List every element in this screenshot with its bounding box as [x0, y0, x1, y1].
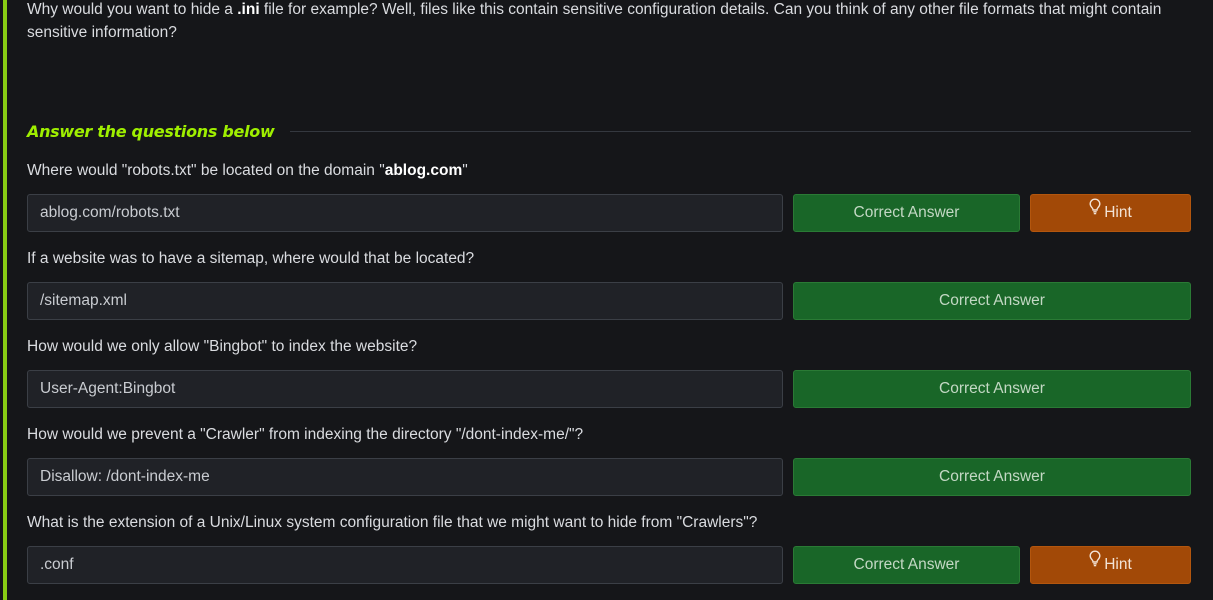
accent-bar	[3, 0, 7, 600]
correct-answer-button-1[interactable]: Correct Answer	[793, 194, 1020, 232]
question-3-text: How would we only allow "Bingbot" to ind…	[27, 338, 418, 355]
intro-paragraph: Why would you want to hide a .ini file f…	[27, 1, 1162, 41]
answer-input-4[interactable]: Disallow: /dont-index-me	[27, 458, 783, 496]
section-divider	[290, 130, 1191, 132]
lightbulb-icon	[1089, 545, 1101, 581]
answer-input-1[interactable]: ablog.com/robots.txt	[27, 194, 783, 232]
answer-input-3[interactable]: User-Agent:Bingbot	[27, 370, 783, 408]
hint-label-1: Hint	[1104, 204, 1132, 221]
question-5-text: What is the extension of a Unix/Linux sy…	[27, 514, 758, 531]
answer-section-header: Answer the questions below	[27, 119, 1191, 143]
hint-button-5[interactable]: Hint	[1030, 546, 1191, 584]
correct-answer-button-5[interactable]: Correct Answer	[793, 546, 1020, 584]
hint-label-5: Hint	[1104, 556, 1132, 573]
correct-answer-button-4[interactable]: Correct Answer	[793, 458, 1191, 496]
hint-button-1[interactable]: Hint	[1030, 194, 1191, 232]
answer-input-2[interactable]: /sitemap.xml	[27, 282, 783, 320]
correct-answer-button-2[interactable]: Correct Answer	[793, 282, 1191, 320]
intro-bold-extension: .ini	[237, 1, 260, 18]
question-2-text: If a website was to have a sitemap, wher…	[27, 250, 475, 267]
lightbulb-icon	[1089, 193, 1101, 229]
task-panel: Why would you want to hide a .ini file f…	[0, 0, 1213, 600]
question-1-text: Where would "robots.txt" be located on t…	[27, 162, 468, 179]
answer-input-5[interactable]: .conf	[27, 546, 783, 584]
correct-answer-button-3[interactable]: Correct Answer	[793, 370, 1191, 408]
question-4-text: How would we prevent a "Crawler" from in…	[27, 426, 584, 443]
section-title: Answer the questions below	[27, 121, 275, 141]
